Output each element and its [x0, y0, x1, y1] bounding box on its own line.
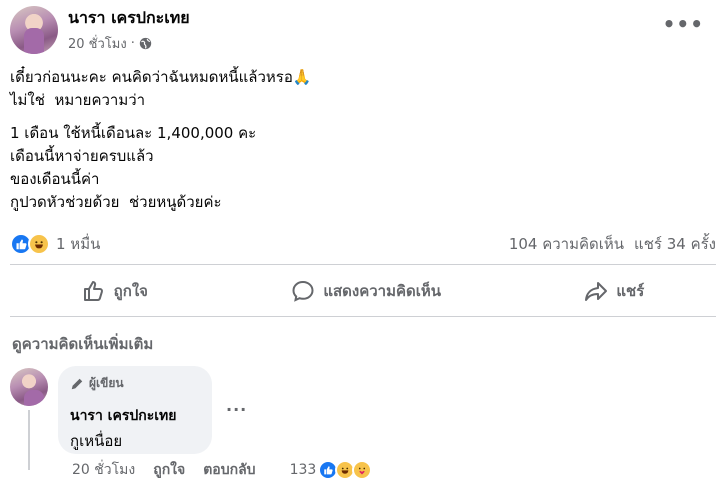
- post-meta: 20 ชั่วโมง ·: [68, 33, 152, 54]
- comment-reactions-count: 133: [289, 462, 317, 478]
- post-line: 1 เดือน ใช้หนี้เดือนละ 1,400,000 คะ: [10, 124, 257, 142]
- comment-author-name[interactable]: นารา เครปกะเทย: [70, 405, 200, 427]
- meta-separator: ·: [130, 36, 135, 51]
- comments-count[interactable]: 104 ความคิดเห็น: [509, 232, 624, 256]
- view-more-comments-link[interactable]: ดูความคิดเห็นเพิ่มเติม: [12, 332, 153, 356]
- pen-icon: [71, 378, 83, 389]
- reaction-icons: [10, 233, 50, 255]
- divider-top: [10, 264, 716, 265]
- post-actions: ถูกใจ แสดงความคิดเห็น แชร์: [10, 268, 716, 314]
- share-label: แชร์: [616, 282, 645, 300]
- reactions-count[interactable]: 1 หมื่น: [56, 232, 100, 256]
- post-line: ไม่ใช่ หมายความว่า: [10, 91, 146, 109]
- like-label: ถูกใจ: [113, 282, 148, 300]
- comment-options-icon[interactable]: ···: [226, 400, 247, 419]
- comment-reply-button[interactable]: ตอบกลับ: [203, 459, 255, 478]
- comment-bubble: ผู้เขียน นารา เครปกะเทย กูเหนื่อย: [58, 366, 212, 454]
- more-options-icon[interactable]: •••: [663, 14, 704, 34]
- author-badge: ผู้เขียน: [70, 374, 200, 393]
- reactions-left[interactable]: 1 หมื่น: [10, 232, 100, 256]
- post-time[interactable]: 20 ชั่วโมง: [68, 33, 127, 54]
- comment-reactions[interactable]: 133: [290, 460, 373, 478]
- post-line: เดี๋ยวก่อนนะคะ คนคิดว่าฉันหมดหนี้แล้วหรอ…: [10, 68, 312, 86]
- post-author-name[interactable]: นารา เครปกะเทย: [68, 6, 190, 31]
- comment-button[interactable]: แสดงความคิดเห็น: [279, 273, 453, 309]
- shares-count[interactable]: แชร์ 34 ครั้ง: [634, 232, 716, 256]
- haha-reaction-icon: [28, 233, 50, 255]
- share-icon: [585, 282, 608, 301]
- comment-icon: [292, 280, 314, 302]
- divider-bottom: [10, 316, 716, 317]
- author-avatar[interactable]: [10, 6, 58, 54]
- engagement-counts: 104 ความคิดเห็น แชร์ 34 ครั้ง: [509, 232, 716, 256]
- thread-line: [28, 410, 30, 470]
- comment-time[interactable]: 20 ชั่วโมง: [72, 459, 135, 478]
- reactions-summary: 1 หมื่น 104 ความคิดเห็น แชร์ 34 ครั้ง: [10, 232, 716, 256]
- post-line: กูปวดหัวช่วยด้วย ช่วยหนูด้วยค่ะ: [10, 193, 222, 211]
- post-line: ของเดือนนี้ค่า: [10, 170, 100, 188]
- comment-actions: 20 ชั่วโมง ถูกใจ ตอบกลับ 133: [72, 459, 373, 478]
- author-badge-label: ผู้เขียน: [89, 376, 124, 390]
- like-button[interactable]: ถูกใจ: [70, 273, 160, 309]
- care-reaction-icon: [352, 460, 373, 478]
- comment-like-button[interactable]: ถูกใจ: [153, 459, 185, 478]
- globe-icon: [139, 37, 152, 50]
- commenter-avatar[interactable]: [10, 368, 48, 406]
- post-text: เดี๋ยวก่อนนะคะ คนคิดว่าฉันหมดหนี้แล้วหรอ…: [10, 66, 312, 214]
- share-button[interactable]: แชร์: [572, 273, 656, 309]
- comment-text: กูเหนื่อย: [70, 432, 123, 450]
- post-line: เดือนนี้หาจ่ายครบแล้ว: [10, 147, 154, 165]
- thumbs-up-icon: [83, 281, 103, 301]
- comment-label: แสดงความคิดเห็น: [323, 282, 442, 300]
